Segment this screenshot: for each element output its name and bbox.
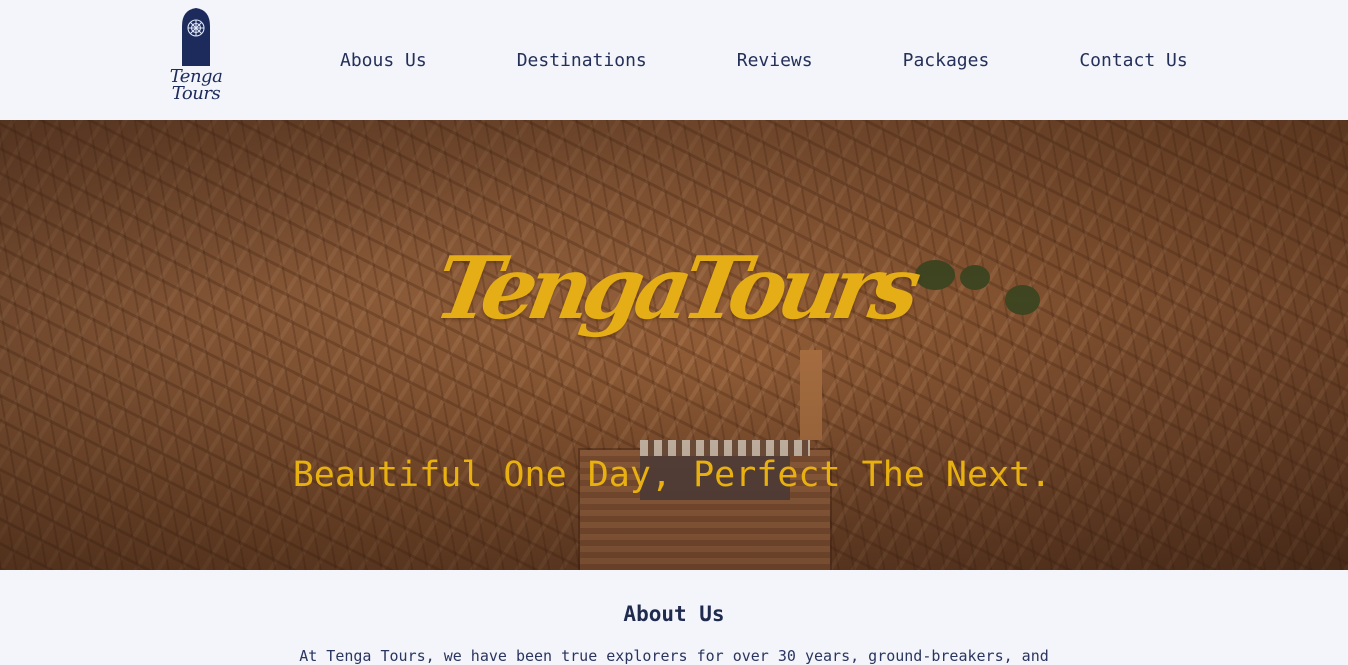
about-section: About Us At Tenga Tours, we have been tr…: [0, 570, 1348, 665]
hero-overlay: [0, 120, 1348, 570]
nav-contact-us[interactable]: Contact Us: [1079, 50, 1187, 71]
nav-reviews[interactable]: Reviews: [737, 50, 813, 71]
arch-logo-icon: [182, 8, 210, 66]
hero-subtitle: Beautiful One Day, Perfect The Next.: [0, 455, 1348, 495]
hero-title: TengaTours: [427, 238, 921, 339]
logo-text: Tenga Tours: [169, 66, 223, 104]
hero-banner: TengaTours Beautiful One Day, Perfect Th…: [0, 120, 1348, 570]
about-heading: About Us: [623, 602, 725, 626]
nav-about-us[interactable]: Abous Us: [340, 50, 427, 71]
logo[interactable]: Tenga Tours: [168, 8, 224, 112]
site-header: Tenga Tours Abous Us Destinations Review…: [0, 0, 1348, 120]
hero-subtitle-text: Beautiful One Day, Perfect The Next.: [292, 455, 1052, 495]
nav-packages[interactable]: Packages: [903, 50, 990, 71]
about-text: At Tenga Tours, we have been true explor…: [299, 647, 1049, 665]
main-nav: Abous Us Destinations Reviews Packages C…: [296, 44, 1188, 76]
nav-destinations[interactable]: Destinations: [517, 50, 647, 71]
